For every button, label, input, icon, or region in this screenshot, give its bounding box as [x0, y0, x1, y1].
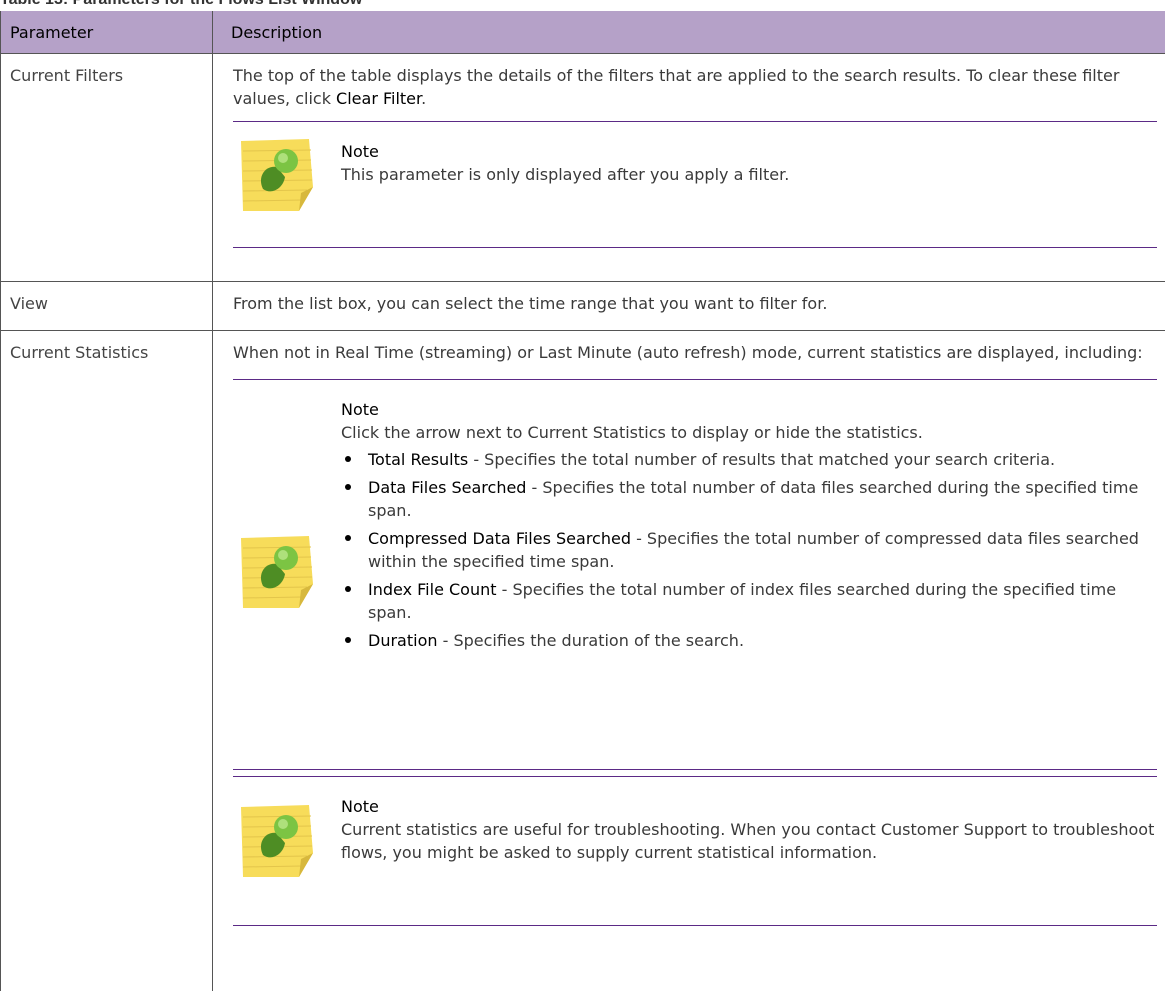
note-text: Current statistics are useful for troubl… [341, 818, 1157, 864]
list-item: Duration - Specifies the duration of the… [341, 629, 1157, 652]
note-box: Note Click the arrow next to Current Sta… [233, 379, 1157, 770]
param-current-statistics: Current Statistics [1, 331, 213, 991]
table-caption: Table 13: Parameters for the Flows List … [0, 0, 362, 9]
statistics-list: Total Results - Specifies the total numb… [341, 448, 1157, 652]
sticky-note-pin-icon [239, 534, 315, 610]
list-item: Total Results - Specifies the total numb… [341, 448, 1157, 471]
desc-current-statistics: When not in Real Time (streaming) or Las… [213, 331, 1165, 991]
desc-text: When not in Real Time (streaming) or Las… [233, 341, 1157, 364]
table-row: Current Filters The top of the table dis… [1, 54, 1165, 282]
table-header-row: Parameter Description [1, 11, 1165, 54]
header-parameter: Parameter [1, 11, 213, 54]
table-row: Current Statistics When not in Real Time… [1, 331, 1165, 991]
clear-filter-term: Clear Filter [336, 89, 421, 108]
note-text: This parameter is only displayed after y… [341, 163, 1157, 186]
note-heading: Note [341, 398, 1157, 421]
table-row: View From the list box, you can select t… [1, 282, 1165, 331]
desc-text-end: . [421, 89, 426, 108]
note-heading: Note [341, 795, 1157, 818]
list-item: Data Files Searched - Specifies the tota… [341, 476, 1157, 522]
note-heading: Note [341, 140, 1157, 163]
sticky-note-pin-icon [239, 803, 315, 879]
param-view: View [1, 282, 213, 331]
note-text: Click the arrow next to Current Statisti… [341, 421, 1157, 444]
note-box: Note Current statistics are useful for t… [233, 776, 1157, 926]
desc-view: From the list box, you can select the ti… [213, 282, 1165, 331]
note-box: Note This parameter is only displayed af… [233, 121, 1157, 248]
parameters-table: Parameter Description Current Filters Th… [0, 11, 1165, 991]
sticky-note-pin-icon [239, 137, 315, 213]
list-item: Compressed Data Files Searched - Specifi… [341, 527, 1157, 573]
header-description: Description [213, 11, 1165, 54]
desc-current-filters: The top of the table displays the detail… [213, 54, 1165, 282]
list-item: Index File Count - Specifies the total n… [341, 578, 1157, 624]
param-current-filters: Current Filters [1, 54, 213, 282]
